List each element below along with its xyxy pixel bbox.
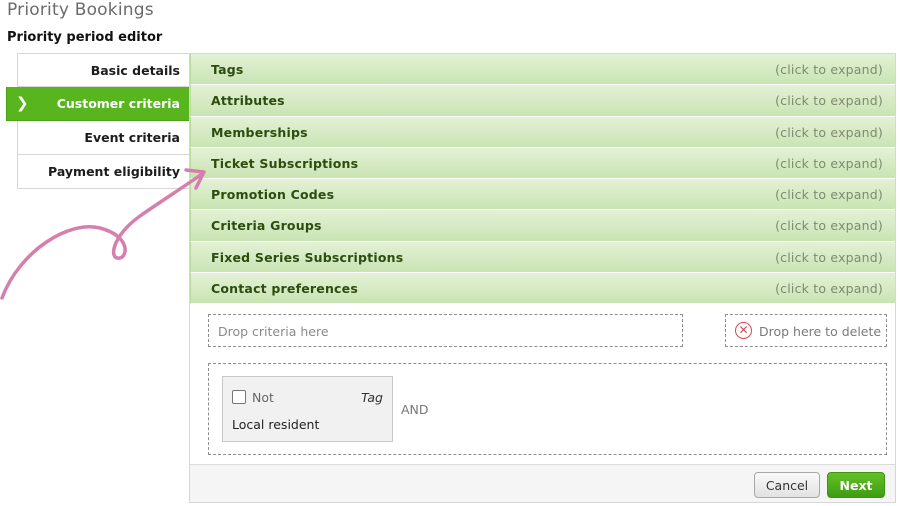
accordion-contact-preferences[interactable]: Contact preferences (click to expand) [190,273,895,305]
not-checkbox[interactable] [232,390,246,404]
expand-hint: (click to expand) [775,281,883,297]
step-event-criteria[interactable]: Event criteria [17,121,191,155]
expand-hint: (click to expand) [775,187,883,203]
step-navigation: Basic details ❯ Customer criteria Event c… [6,53,201,189]
expand-hint: (click to expand) [775,249,883,265]
expand-hint: (click to expand) [775,218,883,234]
criteria-type: Tag [361,390,383,405]
expand-hint: (click to expand) [775,93,883,109]
criteria-panel: Tags (click to expand) Attributes (click t… [189,53,896,503]
step-label: Basic details [90,63,180,78]
criteria-value: Local resident [232,417,320,432]
expand-hint: (click to expand) [775,155,883,171]
accordion-label: Promotion Codes [211,187,335,203]
not-label: Not [252,390,274,405]
criteria-card[interactable]: Not Tag Local resident [222,376,393,442]
next-button[interactable]: Next [827,472,885,498]
criteria-list[interactable]: Not Tag Local resident AND [208,363,887,455]
and-joiner: AND [401,402,429,417]
expand-hint: (click to expand) [775,62,883,77]
expand-hint: (click to expand) [775,124,883,140]
step-customer-criteria[interactable]: ❯ Customer criteria [6,86,201,121]
accordion-tags[interactable]: Tags (click to expand) [190,54,895,86]
accordion-label: Contact preferences [211,281,358,297]
accordion-criteria-groups[interactable]: Criteria Groups (click to expand) [190,210,895,242]
accordion-ticket-subscriptions[interactable]: Ticket Subscriptions (click to expand) [190,147,895,180]
step-label: Customer criteria [56,96,180,111]
chevron-right-icon: ❯ [16,94,29,112]
cancel-button[interactable]: Cancel [754,472,820,498]
close-circle-icon: ✕ [735,322,752,339]
accordion-label: Memberships [211,124,308,140]
dropzone-label: Drop criteria here [218,324,329,339]
accordion-label: Criteria Groups [211,218,322,234]
accordion-attributes[interactable]: Attributes (click to expand) [190,85,895,117]
delete-label: Drop here to delete [759,324,882,339]
accordion-label: Ticket Subscriptions [211,155,359,171]
accordion-label: Tags [211,62,244,77]
editor-title: Priority period editor [7,30,163,45]
accordion-label: Fixed Series Subscriptions [211,249,404,265]
step-label: Payment eligibility [48,164,180,179]
footer-bar: Cancel Next [190,464,895,502]
accordion-promotion-codes[interactable]: Promotion Codes (click to expand) [190,179,895,211]
accordion-fixed-series-subscriptions[interactable]: Fixed Series Subscriptions (click to expa… [190,241,895,274]
step-payment-eligibility[interactable]: Payment eligibility [17,155,191,189]
accordion-memberships[interactable]: Memberships (click to expand) [190,116,895,148]
accordion-label: Attributes [211,93,285,109]
criteria-dropzone[interactable]: Drop criteria here [208,314,683,347]
app-title: Priority Bookings [7,0,154,20]
step-basic-details[interactable]: Basic details [17,53,191,87]
delete-dropzone[interactable]: ✕ Drop here to delete [725,314,887,347]
step-label: Event criteria [84,130,180,145]
